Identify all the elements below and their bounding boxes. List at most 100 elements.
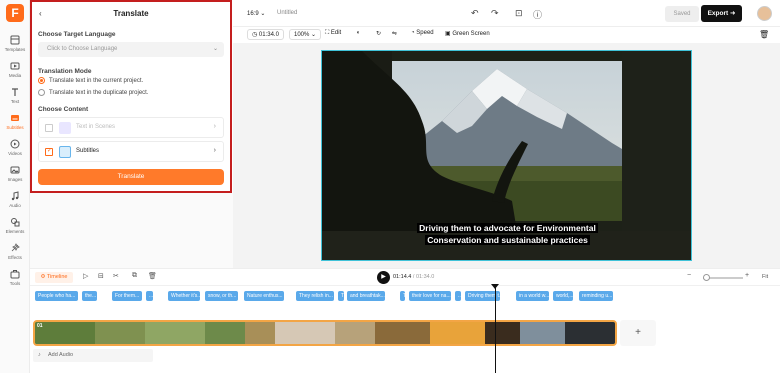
target-language-select[interactable]: Click to Choose Language ⌄ — [38, 42, 224, 57]
help-icon[interactable]: ⓘ — [533, 8, 542, 21]
sidebar-item-videos[interactable]: Videos — [0, 137, 30, 161]
edit-button[interactable]: ⛶ Edit — [325, 30, 341, 37]
timeline-label: Timeline — [46, 274, 68, 280]
sidebar-item-media[interactable]: Media — [0, 59, 30, 83]
subtitle-clip[interactable]: Whether it's... — [168, 291, 200, 301]
subtitle-clip[interactable]: snow, or th... — [205, 291, 238, 301]
subtitle-clip[interactable]: in a world w... — [516, 291, 549, 301]
avatar[interactable] — [757, 6, 772, 21]
scissors-icon[interactable]: ✂ — [113, 272, 119, 280]
sidebar-item-label: Videos — [8, 151, 22, 156]
subtitle-line-2: Conservation and sustainable practices — [425, 235, 590, 245]
sidebar-item-effects[interactable]: Effects — [0, 241, 30, 265]
delete-icon[interactable]: 🗑 — [148, 272, 157, 280]
sidebar-item-tools[interactable]: Tools — [0, 267, 30, 291]
elements-icon — [11, 218, 20, 227]
total-time: / 01:34.0 — [412, 274, 435, 280]
add-audio-button[interactable]: ♪ Add Audio — [33, 349, 153, 362]
sidebar-item-subtitles[interactable]: Subtitles — [0, 111, 30, 135]
app-logo: F — [6, 4, 24, 22]
screenshot-icon[interactable]: ⊡ — [515, 8, 523, 19]
mode-duplicate-option[interactable]: Translate text in the duplicate project. — [38, 89, 149, 96]
export-label: Export — [707, 10, 729, 17]
sidebar-item-templates[interactable]: Templates — [0, 33, 30, 57]
add-clip-button[interactable]: + — [620, 320, 656, 346]
subtitle-overlay[interactable]: Driving them to advocate for Environment… — [411, 222, 604, 246]
saved-button[interactable]: Saved — [665, 6, 699, 22]
flip-icon[interactable]: ⇋ — [392, 30, 397, 37]
subtitle-clip[interactable]: ... — [455, 291, 461, 301]
playhead[interactable] — [495, 286, 496, 373]
sidebar-rail: F Templates Media Text Subtitles Videos … — [0, 0, 30, 373]
fit-button[interactable]: Fit — [762, 274, 768, 280]
mode-current-label: Translate text in the current project. — [49, 78, 144, 85]
volume-icon[interactable]: ◖ — [356, 30, 360, 36]
video-track-clip[interactable]: 01 — [33, 320, 617, 346]
video-icon — [10, 139, 20, 149]
radio-selected[interactable] — [38, 77, 45, 84]
trash-icon[interactable]: 🗑 — [759, 30, 769, 39]
subtitle-clip[interactable]: reminding u... — [579, 291, 613, 301]
zoom-out-icon[interactable]: − — [687, 272, 691, 279]
sidebar-item-audio[interactable]: Audio — [0, 189, 30, 213]
aspect-ratio-select[interactable]: 16:9 ⌄ — [247, 10, 265, 17]
aspect-ratio-value: 16:9 — [247, 11, 259, 17]
zoom-value: 100% — [294, 32, 310, 38]
mode-current-option[interactable]: Translate text in the current project. — [38, 77, 143, 84]
zoom-in-icon[interactable]: + — [745, 272, 749, 279]
sidebar-item-label: Audio — [9, 203, 21, 208]
subtitles-icon — [11, 115, 19, 121]
content-text-in-scenes[interactable]: Text in Scenes › — [38, 117, 224, 138]
translate-button[interactable]: Translate — [38, 169, 224, 185]
edit-toolbar: ◷ 01:34.0 100% ⌄ ⛶ Edit ◖ ↻ ⇋ ◔ Speed ▣ … — [233, 27, 780, 43]
play-button[interactable]: ▶ — [377, 271, 390, 284]
add-media-icon[interactable]: ▷ — [83, 272, 88, 280]
radio-unselected[interactable] — [38, 89, 45, 96]
zoom-slider-handle[interactable] — [703, 274, 710, 281]
content-subtitles[interactable]: Subtitles › — [38, 141, 224, 162]
subtitle-clip[interactable]: T... — [400, 291, 405, 301]
audio-icon — [11, 191, 19, 201]
text-scenes-checkbox[interactable] — [45, 124, 53, 132]
subtitle-clip[interactable]: T... — [338, 291, 344, 301]
target-language-heading: Choose Target Language — [38, 31, 116, 38]
subtitle-clip[interactable]: world,... — [553, 291, 573, 301]
subtitle-clip[interactable]: ... — [146, 291, 153, 301]
track-label: 01 — [37, 323, 43, 329]
subtitle-clip[interactable]: their love for na... — [409, 291, 451, 301]
time-display: 01:14.4 / 01:34.0 — [393, 274, 434, 280]
subtitle-clip[interactable]: People who ha... — [35, 291, 78, 301]
sidebar-item-elements[interactable]: Elements — [0, 215, 30, 239]
redo-icon[interactable]: ↷ — [491, 8, 499, 19]
timeline-tab[interactable]: ⚙ Timeline — [35, 272, 73, 283]
choose-content-heading: Choose Content — [38, 106, 89, 113]
subtitles-checkbox[interactable] — [45, 147, 53, 156]
green-screen-button[interactable]: ▣ Green Screen — [445, 30, 490, 37]
duration-field[interactable]: ◷ 01:34.0 — [247, 29, 284, 40]
speed-button[interactable]: ◔ Speed — [411, 30, 434, 36]
arrow-right-icon: ➜ — [729, 10, 736, 17]
video-preview[interactable]: Driving them to advocate for Environment… — [321, 50, 692, 261]
sidebar-item-images[interactable]: Images — [0, 163, 30, 187]
sidebar-item-label: Tools — [9, 281, 21, 286]
copy-icon[interactable]: ⧉ — [132, 272, 137, 280]
sidebar-item-text[interactable]: Text — [0, 85, 30, 109]
subtitle-clip[interactable]: the... — [82, 291, 97, 301]
project-title[interactable]: Untitled — [277, 10, 297, 16]
chevron-right-icon: › — [213, 123, 216, 130]
undo-icon[interactable]: ↶ — [471, 8, 479, 19]
subtitle-clip[interactable]: They relish in... — [296, 291, 334, 301]
zoom-select[interactable]: 100% ⌄ — [289, 29, 322, 40]
subtitle-clip[interactable]: Nature enthus... — [244, 291, 284, 301]
split-icon[interactable]: ⊟ — [98, 272, 104, 280]
rotate-icon[interactable]: ↻ — [376, 30, 381, 37]
sidebar-item-label: Media — [8, 73, 22, 78]
subtitle-line-1: Driving them to advocate for Environment… — [417, 223, 598, 233]
mode-duplicate-label: Translate text in the duplicate project. — [49, 90, 149, 97]
tools-icon — [10, 270, 20, 279]
sidebar-item-label: Text — [10, 99, 20, 104]
subtitle-clip[interactable]: For them... — [112, 291, 142, 301]
export-button[interactable]: Export ➜ — [701, 5, 742, 22]
subtitle-clip[interactable]: and breathtak... — [347, 291, 385, 301]
chevron-right-icon: › — [213, 147, 216, 154]
